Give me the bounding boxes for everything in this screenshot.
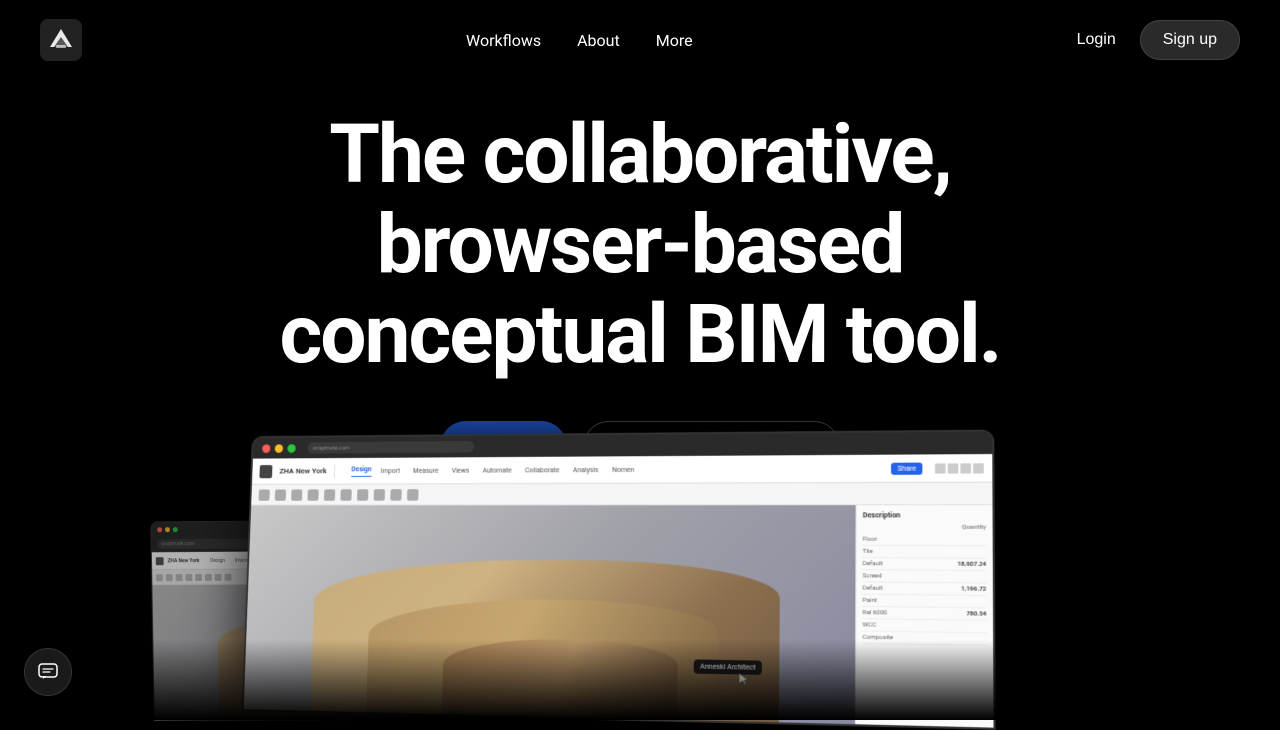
- monitor-frame: snaptrude.com ZHA New York Design Import…: [242, 430, 996, 730]
- extra-tool-icon[interactable]: [407, 489, 419, 501]
- hero-title: The collaborative, browser-based concept…: [280, 110, 1001, 381]
- mockup-container: snaptrude.com ZHA New York Design Import…: [90, 420, 1190, 720]
- sidebar-row-tile: Tile: [863, 546, 987, 559]
- tab-collaborate[interactable]: Collaborate: [521, 464, 563, 476]
- logo[interactable]: [40, 19, 82, 61]
- tab-analysis[interactable]: Analysis: [569, 464, 602, 476]
- tab-nomen[interactable]: Nomen: [608, 464, 638, 476]
- sidebar-row-tile-default: Default 18,907.24: [863, 558, 987, 571]
- nav-workflows[interactable]: Workflows: [466, 31, 541, 50]
- main-canvas: Anneski Architect: [243, 505, 856, 730]
- app-tabs: Design Import Measure Views Automate Col…: [351, 464, 638, 477]
- nav-signup-button[interactable]: Sign up: [1140, 20, 1240, 60]
- tab-design[interactable]: Design: [351, 465, 371, 476]
- tab-import[interactable]: Import: [377, 465, 404, 477]
- sidebar-row-screed: Screed: [863, 570, 987, 583]
- sidebar-quantity-header: Quantity: [863, 523, 986, 530]
- cursor-indicator: [739, 670, 751, 682]
- tab-views[interactable]: Views: [448, 464, 474, 476]
- navigation: Workflows About More Login Sign up: [0, 0, 1280, 80]
- project-name: ZHA New York: [279, 467, 327, 476]
- app-toolbar: [251, 483, 992, 506]
- mirror-tool-icon[interactable]: [374, 489, 385, 500]
- nav-more[interactable]: More: [656, 31, 693, 50]
- angle-tool-icon[interactable]: [357, 489, 368, 500]
- draw-tool-icon[interactable]: [259, 489, 270, 500]
- chat-button[interactable]: [24, 648, 72, 696]
- nav-links: Workflows About More: [466, 31, 693, 50]
- nav-auth: Login Sign up: [1077, 20, 1240, 60]
- hero-section: The collaborative, browser-based concept…: [0, 80, 1280, 473]
- properties-panel: Description Quantity Floor Tile Default …: [855, 505, 994, 730]
- sidebar-row-floor: Floor: [863, 534, 987, 547]
- sidebar-description-title: Description: [863, 511, 986, 519]
- grid-tool-icon[interactable]: [390, 489, 401, 500]
- cursor-tool-icon[interactable]: [307, 489, 318, 500]
- circle-tool-icon[interactable]: [275, 489, 286, 500]
- login-button[interactable]: Login: [1077, 31, 1116, 49]
- building-visualization: [301, 540, 791, 730]
- share-button[interactable]: Share: [891, 462, 922, 474]
- nav-about[interactable]: About: [577, 31, 620, 50]
- monitor-main: snaptrude.com ZHA New York Design Import…: [222, 430, 982, 720]
- plus-tool-icon[interactable]: [291, 489, 302, 500]
- tab-automate[interactable]: Automate: [479, 464, 516, 476]
- copy-tool-icon[interactable]: [324, 489, 335, 500]
- shape-tool-icon[interactable]: [340, 489, 351, 500]
- chat-icon: [37, 661, 59, 683]
- app-body: Anneski Architect Description Quantity F…: [243, 505, 994, 730]
- sidebar-row-composite: Composite: [862, 632, 986, 646]
- canvas-tooltip: Anneski Architect: [694, 659, 762, 674]
- tab-measure[interactable]: Measure: [409, 465, 442, 477]
